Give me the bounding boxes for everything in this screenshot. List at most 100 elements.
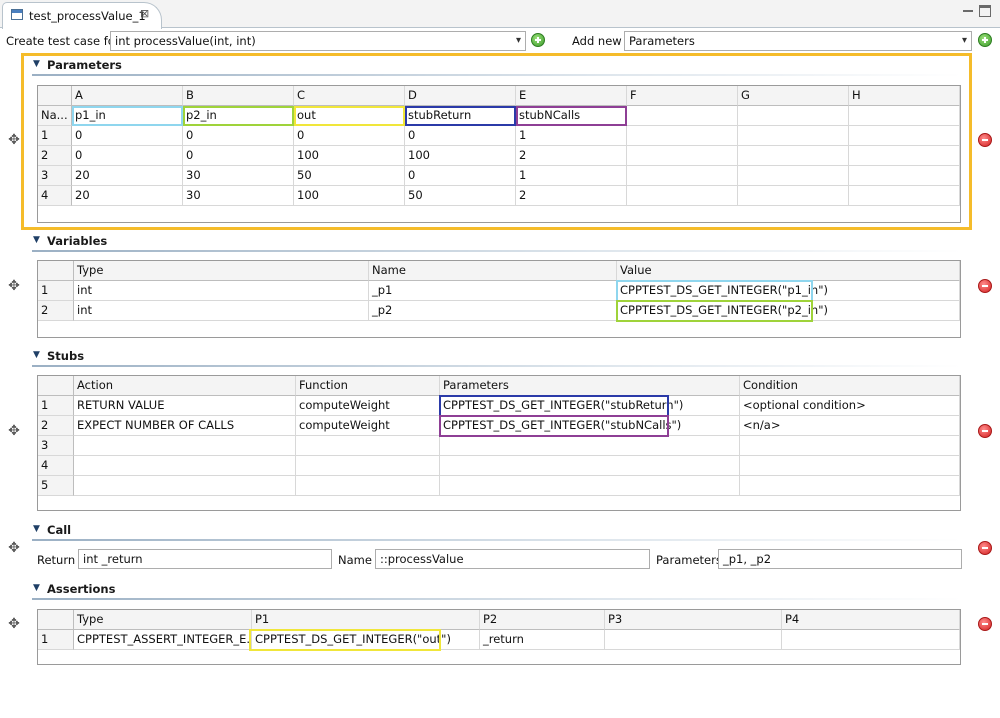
assertion-type-cell[interactable]: CPPTEST_ASSERT_INTEGER_E...: [74, 630, 252, 650]
row-header[interactable]: 1: [38, 630, 74, 650]
stub-condition-cell[interactable]: <n/a>: [740, 416, 960, 436]
param-value-cell[interactable]: 50: [405, 186, 516, 206]
param-value-cell[interactable]: [849, 146, 960, 166]
param-name-cell[interactable]: stubReturn: [405, 106, 516, 126]
column-header[interactable]: Type: [74, 610, 252, 630]
param-name-cell[interactable]: [849, 106, 960, 126]
stub-condition-cell[interactable]: [740, 456, 960, 476]
column-header[interactable]: Name: [369, 261, 617, 281]
variables-collapse-icon[interactable]: ▼: [33, 235, 40, 245]
stub-function-cell[interactable]: [296, 456, 440, 476]
move-icon[interactable]: ✥: [7, 541, 21, 555]
param-value-cell[interactable]: [849, 166, 960, 186]
column-header[interactable]: P4: [782, 610, 960, 630]
assertion-p1-cell[interactable]: CPPTEST_DS_GET_INTEGER("out"): [252, 630, 480, 650]
column-header[interactable]: H: [849, 86, 960, 106]
move-icon[interactable]: ✥: [7, 133, 21, 147]
param-value-cell[interactable]: [627, 166, 738, 186]
assertion-p4-cell[interactable]: [782, 630, 960, 650]
param-name-cell[interactable]: [627, 106, 738, 126]
column-header[interactable]: Value: [617, 261, 960, 281]
variable-value-cell[interactable]: CPPTEST_DS_GET_INTEGER("p1_in"): [617, 281, 960, 301]
name-field[interactable]: ::processValue: [375, 549, 650, 569]
move-icon[interactable]: ✥: [7, 617, 21, 631]
assertion-p2-cell[interactable]: _return: [480, 630, 605, 650]
stub-condition-cell[interactable]: [740, 476, 960, 496]
param-value-cell[interactable]: [738, 166, 849, 186]
param-name-cell[interactable]: p2_in: [183, 106, 294, 126]
param-value-cell[interactable]: [849, 186, 960, 206]
param-value-cell[interactable]: 2: [516, 146, 627, 166]
return-field[interactable]: int _return: [78, 549, 332, 569]
column-header[interactable]: Type: [74, 261, 369, 281]
param-value-cell[interactable]: 50: [294, 166, 405, 186]
param-name-cell[interactable]: out: [294, 106, 405, 126]
row-header[interactable]: 2: [38, 146, 72, 166]
row-header[interactable]: 3: [38, 436, 74, 456]
param-value-cell[interactable]: 20: [72, 166, 183, 186]
param-value-cell[interactable]: [849, 126, 960, 146]
param-value-cell[interactable]: [627, 186, 738, 206]
column-header[interactable]: Parameters: [440, 376, 740, 396]
stub-parameters-cell[interactable]: CPPTEST_DS_GET_INTEGER("stubReturn"): [440, 396, 740, 416]
column-header[interactable]: Action: [74, 376, 296, 396]
stub-action-cell[interactable]: [74, 436, 296, 456]
param-value-cell[interactable]: 0: [294, 126, 405, 146]
param-name-cell[interactable]: [738, 106, 849, 126]
param-value-cell[interactable]: 0: [405, 166, 516, 186]
stub-parameters-cell[interactable]: CPPTEST_DS_GET_INTEGER("stubNCalls"): [440, 416, 740, 436]
call-parameters-field[interactable]: _p1, _p2: [718, 549, 962, 569]
param-value-cell[interactable]: 30: [183, 166, 294, 186]
variable-name-cell[interactable]: _p1: [369, 281, 617, 301]
variable-type-cell[interactable]: int: [74, 301, 369, 321]
row-header[interactable]: Na...: [38, 106, 72, 126]
column-header[interactable]: C: [294, 86, 405, 106]
param-value-cell[interactable]: 100: [405, 146, 516, 166]
column-header[interactable]: F: [627, 86, 738, 106]
stubs-collapse-icon[interactable]: ▼: [33, 350, 40, 360]
row-header[interactable]: 2: [38, 301, 74, 321]
add-new-icon[interactable]: [978, 33, 992, 47]
parameters-collapse-icon[interactable]: ▼: [33, 59, 40, 69]
row-header[interactable]: 1: [38, 126, 72, 146]
stub-function-cell[interactable]: computeWeight: [296, 396, 440, 416]
param-value-cell[interactable]: [738, 126, 849, 146]
stub-function-cell[interactable]: [296, 476, 440, 496]
column-header[interactable]: P2: [480, 610, 605, 630]
column-header[interactable]: E: [516, 86, 627, 106]
stub-parameters-cell[interactable]: [440, 456, 740, 476]
column-header[interactable]: P1: [252, 610, 480, 630]
row-header[interactable]: 4: [38, 186, 72, 206]
stub-action-cell[interactable]: RETURN VALUE: [74, 396, 296, 416]
assertions-collapse-icon[interactable]: ▼: [33, 583, 40, 593]
column-header[interactable]: B: [183, 86, 294, 106]
param-value-cell[interactable]: 0: [72, 126, 183, 146]
stub-action-cell[interactable]: [74, 456, 296, 476]
param-value-cell[interactable]: 20: [72, 186, 183, 206]
param-value-cell[interactable]: [627, 126, 738, 146]
param-value-cell[interactable]: 0: [405, 126, 516, 146]
minimize-icon[interactable]: [962, 5, 974, 17]
tab-close-icon[interactable]: ⊠: [140, 7, 149, 20]
row-header[interactable]: 3: [38, 166, 72, 186]
row-header[interactable]: 4: [38, 456, 74, 476]
add-test-case-icon[interactable]: [531, 33, 545, 47]
column-header[interactable]: A: [72, 86, 183, 106]
column-header[interactable]: P3: [605, 610, 782, 630]
variable-type-cell[interactable]: int: [74, 281, 369, 301]
param-name-cell[interactable]: stubNCalls: [516, 106, 627, 126]
add-new-select[interactable]: Parameters ▾: [624, 31, 972, 51]
column-header[interactable]: Condition: [740, 376, 960, 396]
stub-action-cell[interactable]: EXPECT NUMBER OF CALLS: [74, 416, 296, 436]
remove-call-icon[interactable]: [978, 541, 992, 555]
variable-name-cell[interactable]: _p2: [369, 301, 617, 321]
row-header[interactable]: 1: [38, 396, 74, 416]
param-value-cell[interactable]: 30: [183, 186, 294, 206]
param-value-cell[interactable]: 0: [72, 146, 183, 166]
column-header[interactable]: D: [405, 86, 516, 106]
row-header[interactable]: 5: [38, 476, 74, 496]
remove-variables-icon[interactable]: [978, 279, 992, 293]
column-header[interactable]: Function: [296, 376, 440, 396]
stub-condition-cell[interactable]: [740, 436, 960, 456]
column-header[interactable]: G: [738, 86, 849, 106]
